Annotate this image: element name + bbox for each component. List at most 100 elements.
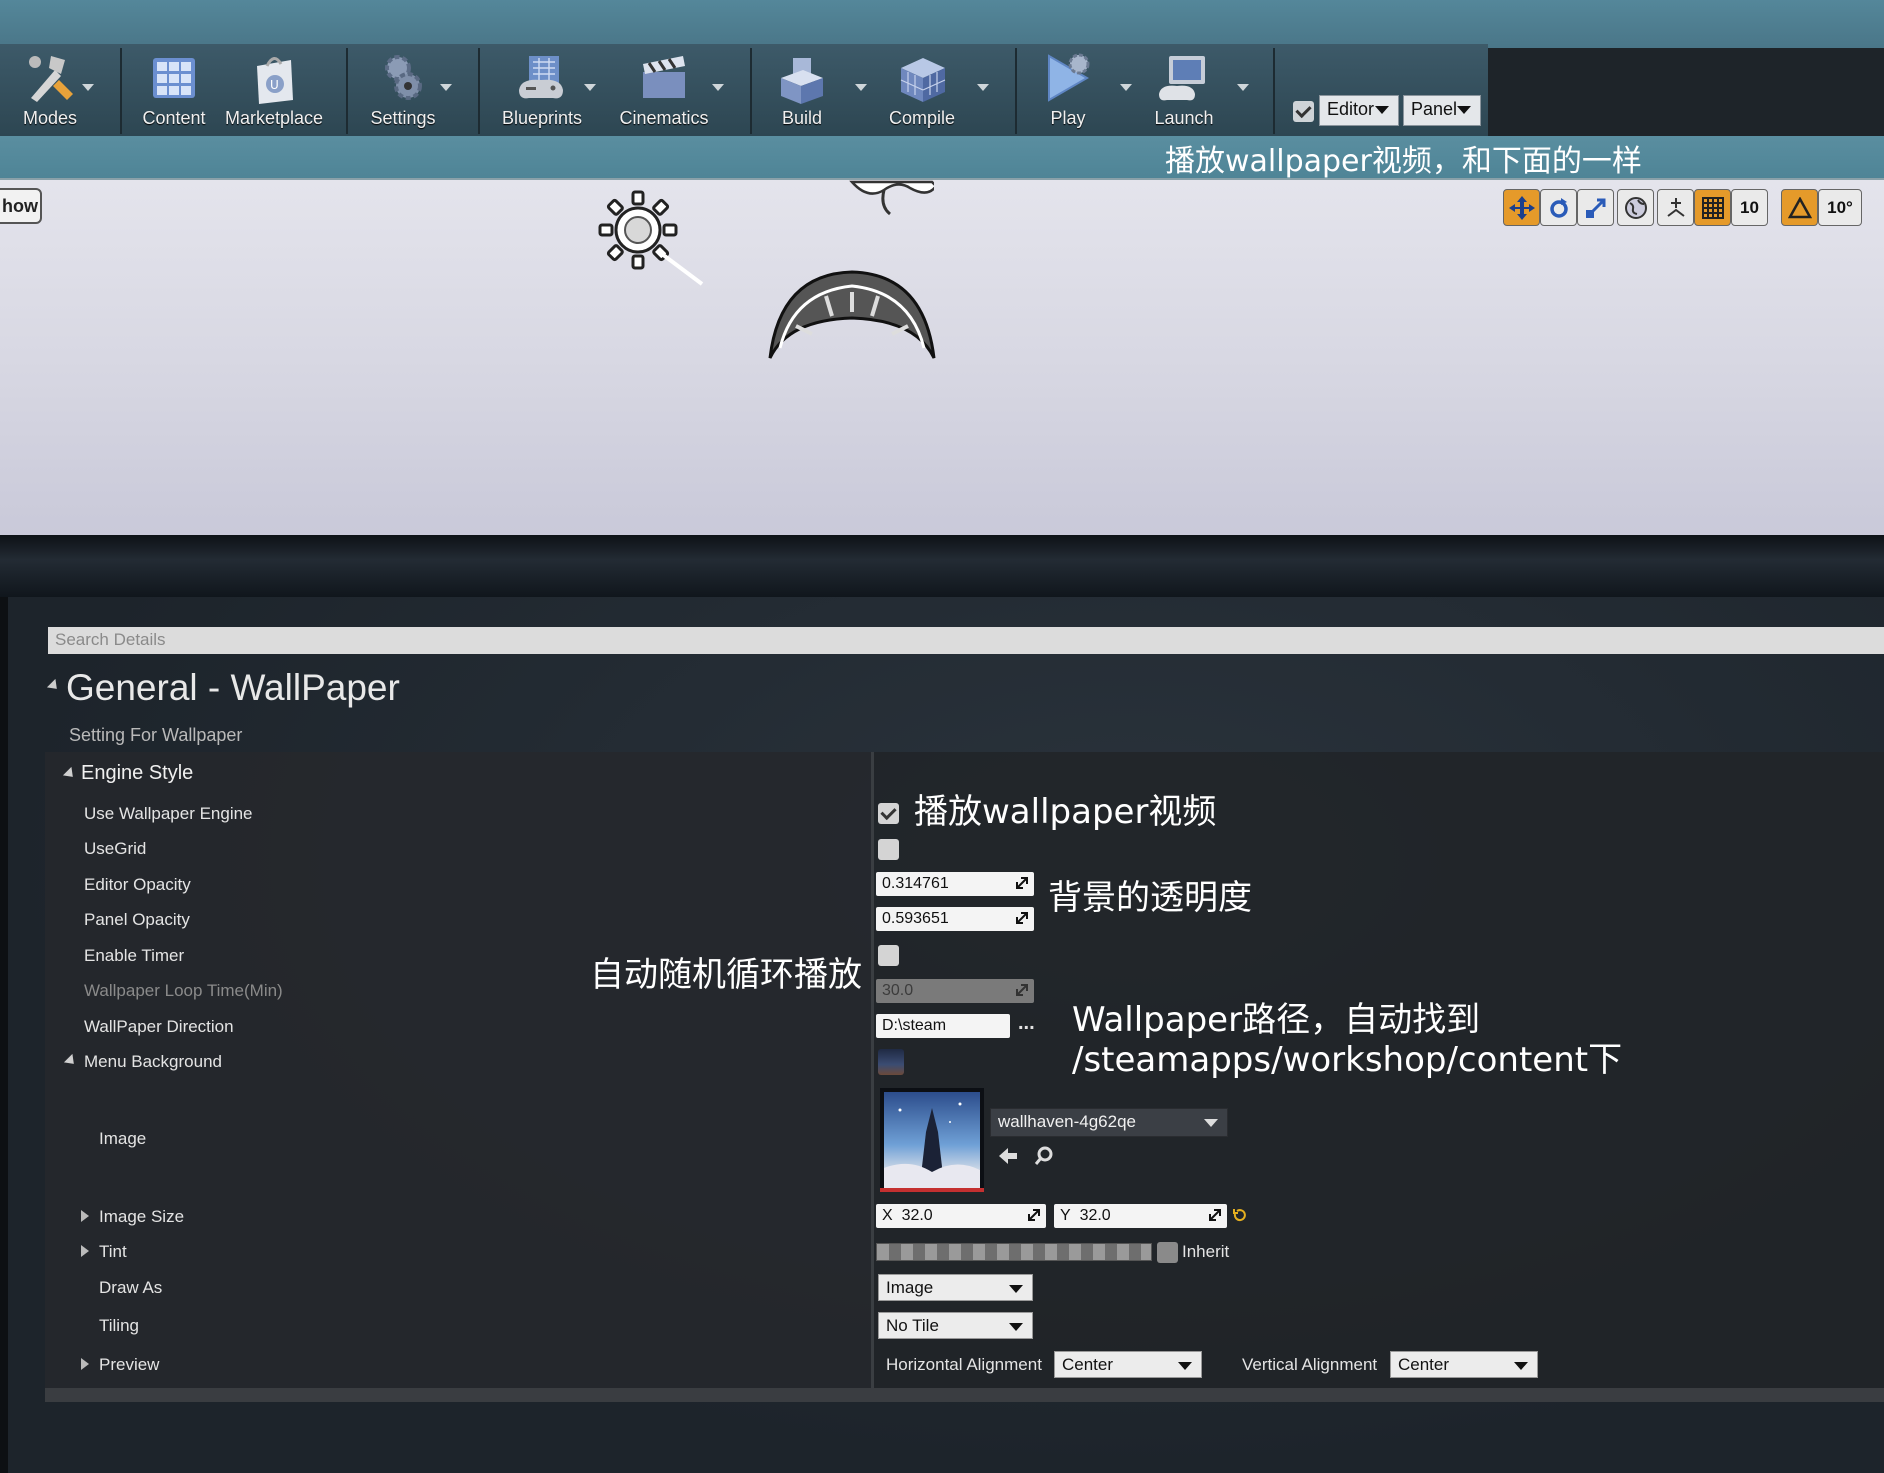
use-selected-arrow-icon[interactable] <box>997 1146 1019 1166</box>
toolbar-modes-button[interactable]: Modes <box>10 44 90 136</box>
toolbar-launch-button[interactable]: Launch <box>1148 44 1220 136</box>
prop-use-wallpaper-engine: Use Wallpaper Engine <box>84 804 253 823</box>
panel-opacity-input[interactable]: 0.593651 <box>876 907 1034 931</box>
toolbar-marketplace-button[interactable]: U Marketplace <box>222 44 326 136</box>
prop-panel-opacity: Panel Opacity <box>84 910 190 929</box>
wallpaper-thumbnail[interactable] <box>880 1088 984 1192</box>
use-wallpaper-engine-checkbox[interactable] <box>878 803 899 824</box>
rotation-snap-toggle[interactable] <box>1781 189 1818 226</box>
prop-image-size[interactable]: Image Size <box>99 1207 184 1227</box>
tiling-value: No Tile <box>886 1316 939 1335</box>
translate-mode-button[interactable] <box>1503 189 1540 226</box>
image-size-x-value: 32.0 <box>901 1207 933 1224</box>
svg-text:U: U <box>270 78 279 92</box>
wallpaper-direction-input[interactable]: D:\steam <box>876 1014 1010 1038</box>
modes-dropdown-arrow[interactable] <box>82 84 94 91</box>
editor-opacity-value: 0.314761 <box>882 875 949 892</box>
world-local-toggle[interactable] <box>1617 189 1654 226</box>
section-subtitle: Setting For Wallpaper <box>69 725 243 745</box>
inherit-checkbox[interactable] <box>1157 1242 1178 1263</box>
rotate-mode-button[interactable] <box>1540 189 1577 226</box>
toolbar-build-button[interactable]: Build <box>770 44 834 136</box>
image-asset-name: wallhaven-4g62qe <box>998 1112 1136 1131</box>
menu-background-swatch[interactable] <box>878 1049 904 1075</box>
sky-light-icon <box>849 180 934 216</box>
toolbar-blueprints-label: Blueprints <box>501 108 583 128</box>
compile-dropdown-arrow[interactable] <box>977 84 989 91</box>
enable-timer-checkbox[interactable] <box>878 945 899 966</box>
draw-as-dropdown[interactable]: Image <box>878 1274 1033 1301</box>
image-size-x-label: X <box>882 1207 893 1224</box>
settings-dropdown-arrow[interactable] <box>440 84 452 91</box>
chevron-down-icon <box>1009 1323 1023 1331</box>
expand-arrow-icon[interactable] <box>81 1210 89 1222</box>
column-splitter[interactable] <box>871 752 874 1400</box>
annotation-path-line2: /steamapps/workshop/content下 <box>1072 1040 1623 1080</box>
tiling-dropdown[interactable]: No Tile <box>878 1312 1033 1339</box>
category-engine-style[interactable]: Engine Style <box>81 762 193 785</box>
section-title: General - WallPaper <box>66 667 400 708</box>
cinematics-icon <box>643 56 685 98</box>
build-dropdown-arrow[interactable] <box>855 84 867 91</box>
settings-icon <box>385 55 422 100</box>
annotation-play: 播放wallpaper视频 <box>914 792 1217 832</box>
viewport-show-button[interactable]: how <box>0 188 42 224</box>
prop-preview[interactable]: Preview <box>99 1355 159 1375</box>
globe-icon <box>1624 197 1647 219</box>
expand-arrow-icon[interactable] <box>81 1358 89 1370</box>
horizontal-alignment-value: Center <box>1062 1355 1114 1374</box>
panel-dropdown-label: Panel <box>1411 99 1458 119</box>
prop-loop-time: Wallpaper Loop Time(Min) <box>84 981 283 1000</box>
vertical-alignment-value: Center <box>1398 1355 1450 1374</box>
expand-arrow-icon[interactable] <box>81 1245 89 1257</box>
vertical-alignment-dropdown[interactable]: Center <box>1390 1351 1538 1378</box>
level-viewport[interactable] <box>0 180 1884 535</box>
toolbar-marketplace-label: Marketplace <box>224 108 324 128</box>
image-size-y-input[interactable]: Y 32.0 <box>1054 1204 1227 1228</box>
browse-asset-icon[interactable] <box>1033 1145 1055 1167</box>
rotation-snap-value[interactable]: 10° <box>1818 189 1862 226</box>
toolbar-separator <box>1015 48 1017 134</box>
editor-toggle-checkbox[interactable] <box>1293 101 1314 122</box>
blueprints-dropdown-arrow[interactable] <box>584 84 596 91</box>
image-asset-dropdown[interactable]: wallhaven-4g62qe <box>990 1108 1228 1137</box>
toolbar-play-button[interactable]: Play <box>1032 44 1104 136</box>
scale-mode-button[interactable] <box>1577 189 1614 226</box>
editor-opacity-input[interactable]: 0.314761 <box>876 872 1034 896</box>
surface-snap-button[interactable] <box>1657 189 1694 226</box>
toolbar-content-button[interactable]: Content <box>138 44 210 136</box>
compile-icon <box>900 58 946 102</box>
browse-button[interactable]: ... <box>1018 1012 1035 1035</box>
prop-tint[interactable]: Tint <box>99 1242 127 1262</box>
launch-dropdown-arrow[interactable] <box>1237 84 1249 91</box>
sky-sphere-icon <box>768 270 936 359</box>
angle-icon <box>1787 196 1812 219</box>
image-size-x-input[interactable]: X 32.0 <box>876 1204 1046 1228</box>
reset-to-default-icon[interactable] <box>1232 1208 1246 1222</box>
search-details-input[interactable]: Search Details <box>48 627 1884 654</box>
toolbar-launch-label: Launch <box>1154 108 1214 128</box>
toolbar-compile-button[interactable]: Compile <box>880 44 964 136</box>
toolbar-settings-button[interactable]: Settings <box>362 44 444 136</box>
grid-snap-toggle[interactable] <box>1694 189 1731 226</box>
prop-menu-background[interactable]: Menu Background <box>84 1052 222 1072</box>
toolbar-blueprints-button[interactable]: Blueprints <box>496 44 588 136</box>
use-grid-checkbox[interactable] <box>878 839 899 860</box>
editor-dropdown[interactable]: Editor <box>1319 95 1399 126</box>
editor-dropdown-label: Editor <box>1327 99 1375 119</box>
scale-icon <box>1585 198 1605 218</box>
directional-light-icon <box>598 190 704 286</box>
toolbar-separator <box>478 48 480 134</box>
tint-color-swatch[interactable] <box>876 1243 1152 1261</box>
play-dropdown-arrow[interactable] <box>1120 84 1132 91</box>
prop-editor-opacity: Editor Opacity <box>84 875 191 894</box>
panel-dropdown[interactable]: Panel <box>1403 95 1481 126</box>
toolbar-content-label: Content <box>142 108 206 128</box>
cinematics-dropdown-arrow[interactable] <box>712 84 724 91</box>
horizontal-alignment-dropdown[interactable]: Center <box>1054 1351 1202 1378</box>
toolbar-build-label: Build <box>781 108 823 128</box>
grid-snap-value[interactable]: 10 <box>1731 189 1768 226</box>
toolbar-cinematics-button[interactable]: Cinematics <box>614 44 714 136</box>
rotate-icon <box>1549 198 1568 218</box>
chevron-down-icon <box>1178 1362 1192 1370</box>
